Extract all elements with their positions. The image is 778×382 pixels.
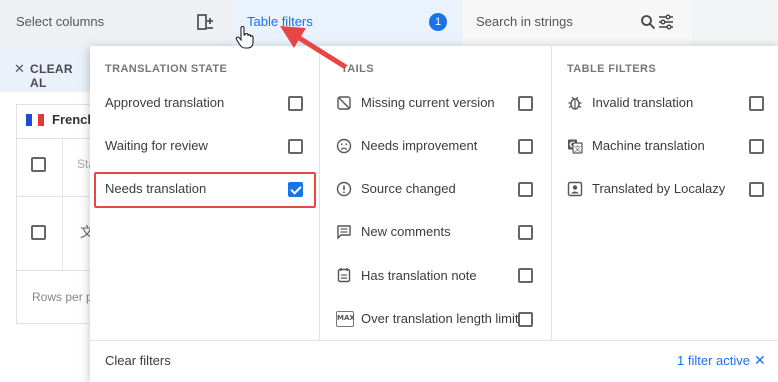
highlight-box	[94, 172, 316, 208]
filter-label: Translated by Localazy	[592, 181, 726, 196]
search-placeholder: Search in strings	[476, 14, 573, 29]
select-columns-button[interactable]: Select columns	[0, 0, 232, 46]
filter-label: Waiting for review	[105, 138, 208, 153]
select-columns-label: Select columns	[16, 14, 105, 29]
search-field[interactable]: Search in strings	[462, 0, 692, 46]
section-translation-state: TRANSLATION STATE	[105, 63, 228, 75]
rows-per-page-label: Rows per p	[32, 290, 93, 304]
tune-icon[interactable]	[658, 14, 674, 30]
max-icon: MAX	[336, 311, 355, 327]
filter-label: Has translation note	[361, 268, 477, 283]
clear-all-button[interactable]: ✕ CLEAR AL	[0, 46, 92, 92]
annotation-arrow-icon	[280, 26, 347, 69]
filter-label: Invalid translation	[592, 95, 694, 110]
checkbox[interactable]	[518, 139, 533, 154]
checkbox[interactable]	[749, 96, 764, 111]
filter-label: Over translation length limit	[361, 311, 519, 326]
filter-label: Missing current version	[361, 95, 495, 110]
toolbar: Select columns Table filters 1 Search in…	[0, 0, 778, 46]
filter-label: Machine translation	[592, 138, 705, 153]
row-divider	[16, 270, 92, 271]
filter-label: Source changed	[361, 181, 456, 196]
clear-all-label: CLEAR AL	[30, 62, 73, 90]
select-all-checkbox[interactable]	[31, 157, 46, 172]
language-name: French	[52, 112, 96, 127]
french-flag-icon	[26, 114, 44, 126]
checkbox[interactable]	[518, 225, 533, 240]
checkbox[interactable]	[288, 139, 303, 154]
no-version-icon	[337, 96, 351, 110]
clear-icon: ✕	[14, 61, 25, 76]
note-icon	[337, 268, 351, 283]
active-filters-count: 1 filter active	[677, 353, 750, 368]
checkbox[interactable]	[518, 96, 533, 111]
filter-label: Approved translation	[105, 95, 225, 110]
checkbox[interactable]	[749, 182, 764, 197]
checkbox[interactable]	[518, 182, 533, 197]
filter-label: Needs improvement	[361, 138, 478, 153]
row-checkbox[interactable]	[31, 225, 46, 240]
filter-label: New comments	[361, 224, 451, 239]
column-add-icon	[197, 14, 213, 30]
close-icon[interactable]: ✕	[754, 352, 766, 369]
filter-count-badge: 1	[429, 13, 447, 31]
filters-panel: TRANSLATION STATE TAILS TABLE FILTERS Ap…	[90, 46, 778, 382]
checkbox[interactable]	[749, 139, 764, 154]
section-table-filters: TABLE FILTERS	[567, 63, 657, 75]
row-divider	[16, 196, 92, 197]
clear-filters-button[interactable]: Clear filters	[105, 353, 171, 368]
column-divider	[62, 138, 63, 270]
column-divider	[319, 46, 320, 340]
checkbox[interactable]	[518, 312, 533, 327]
comment-icon	[337, 225, 351, 240]
google-translate-icon: G 文	[568, 139, 583, 154]
checkbox[interactable]	[518, 268, 533, 283]
search-icon[interactable]	[640, 14, 656, 30]
column-divider	[551, 46, 552, 340]
badge-icon	[567, 181, 583, 197]
row-divider	[16, 138, 92, 139]
hand-cursor-icon	[235, 26, 254, 49]
footer-divider	[90, 340, 778, 341]
sad-face-icon	[336, 138, 352, 154]
exclamation-circle-icon	[336, 181, 352, 197]
bug-icon	[568, 96, 582, 110]
checkbox[interactable]	[288, 96, 303, 111]
svg-text:文: 文	[574, 144, 581, 153]
